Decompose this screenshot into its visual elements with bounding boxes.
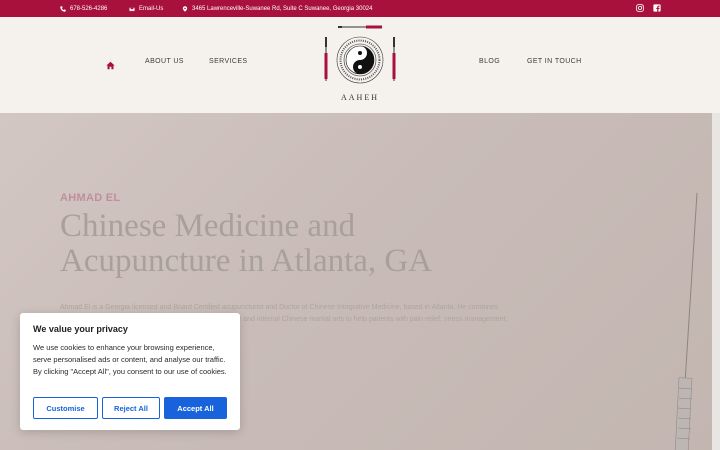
cookie-description: We use cookies to enhance your browsing … [33, 343, 227, 376]
hero-title-line-1: Chinese Medicine and [60, 208, 356, 244]
facebook-icon [653, 4, 661, 12]
logo-text: AAHEH [341, 93, 379, 102]
map-pin-icon [182, 5, 188, 12]
phone-link[interactable]: 678-526-4286 [60, 0, 107, 17]
cookie-consent-dialog: We value your privacy We use cookies to … [20, 313, 240, 430]
site-logo[interactable] [320, 23, 400, 103]
phone-number: 678-526-4286 [70, 5, 108, 12]
instagram-link[interactable] [636, 4, 644, 12]
hero-title-line-2: Acupuncture in Atlanta, GA [60, 243, 433, 279]
hero-title: Chinese Medicine and Acupuncture in Atla… [60, 209, 520, 279]
yin-yang-needles-logo-icon [324, 25, 396, 84]
email-link[interactable]: Email-Us [129, 0, 163, 17]
acupuncture-needle-image [674, 193, 698, 450]
address-link[interactable]: 3465 Lawrenceville-Suwanee Rd, Suite C S… [182, 0, 372, 17]
top-bar: 678-526-4286 Email-Us 3465 Lawrenceville… [0, 0, 720, 17]
home-icon [106, 61, 115, 70]
reject-all-button[interactable]: Reject All [102, 397, 160, 419]
address-text: 3465 Lawrenceville-Suwanee Rd, Suite C S… [192, 5, 373, 12]
scrollbar[interactable] [712, 113, 720, 450]
home-link[interactable] [106, 57, 115, 70]
accept-all-button[interactable]: Accept All [164, 397, 227, 419]
site-header: ABOUT US SERVICES AAHEH BLOG GET IN TOUC… [0, 17, 720, 113]
nav-blog[interactable]: BLOG [479, 58, 500, 65]
facebook-link[interactable] [653, 4, 661, 12]
customise-button[interactable]: Customise [33, 397, 98, 419]
nav-about-us[interactable]: ABOUT US [145, 58, 184, 65]
email-label: Email-Us [139, 5, 164, 12]
nav-get-in-touch[interactable]: GET IN TOUCH [527, 58, 582, 65]
nav-services[interactable]: SERVICES [209, 58, 247, 65]
cookie-title: We value your privacy [33, 324, 128, 334]
mail-icon [129, 6, 135, 11]
phone-icon [60, 5, 66, 12]
hero-eyebrow: AHMAD EL [60, 192, 121, 204]
instagram-icon [636, 4, 644, 12]
